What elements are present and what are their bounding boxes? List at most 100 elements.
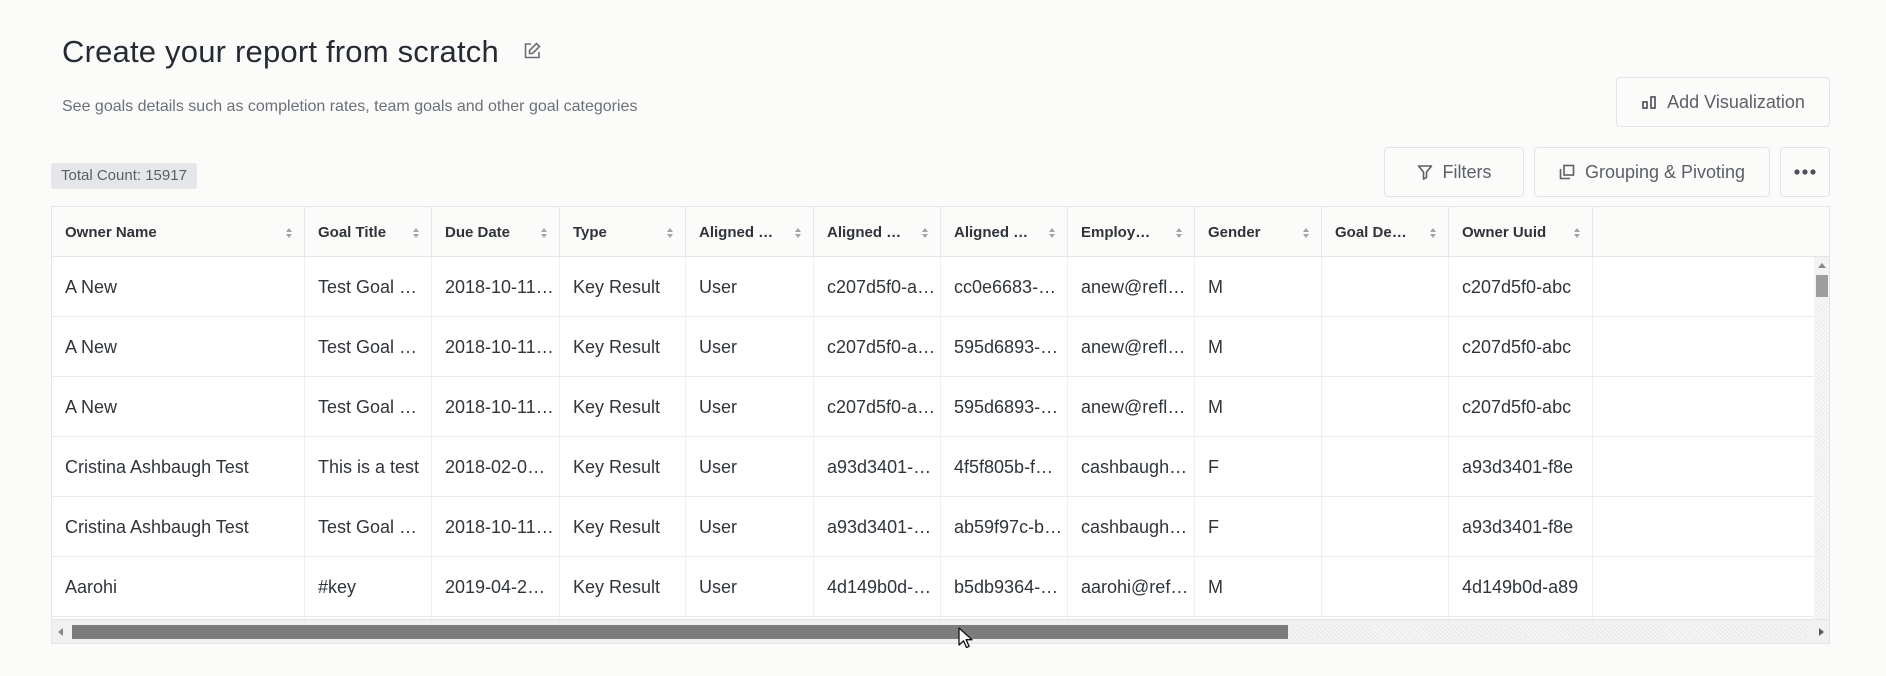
vertical-scroll-thumb[interactable] xyxy=(1816,275,1828,297)
table-cell-value: M xyxy=(1208,276,1223,297)
sort-icon[interactable] xyxy=(1048,226,1056,238)
sort-icon[interactable] xyxy=(540,226,548,238)
horizontal-scrollbar[interactable] xyxy=(52,619,1829,643)
table-cell xyxy=(1322,257,1449,317)
table-cell-value: 2018-10-11 00:... xyxy=(445,396,559,417)
scroll-left-arrow-icon[interactable] xyxy=(58,628,63,636)
table-cell: A New xyxy=(52,317,305,377)
table-cell: User xyxy=(686,557,814,617)
table-cell-value: User xyxy=(699,516,738,537)
page-title: Create your report from scratch xyxy=(62,34,499,69)
table-cell-value: cashbaugh@re... xyxy=(1081,456,1194,477)
column-header-label: Aligned Pare... xyxy=(954,223,1031,241)
sort-icon[interactable] xyxy=(1573,226,1581,238)
column-header[interactable]: Aligned Ow... xyxy=(814,207,941,257)
table-cell: Test Goal Spri... xyxy=(305,317,432,377)
column-header[interactable]: Employee E... xyxy=(1068,207,1195,257)
add-visualization-label: Add Visualization xyxy=(1667,91,1805,112)
scroll-up-arrow-icon[interactable] xyxy=(1818,263,1826,268)
filter-icon xyxy=(1417,164,1433,180)
table-cell: Key Result xyxy=(560,437,686,497)
table-cell: M xyxy=(1195,377,1322,437)
table-cell: b5db9364-fea... xyxy=(941,557,1068,617)
table-row[interactable]: A New Test Goal Spri... 2018-10-11 00:... K… xyxy=(52,377,1814,437)
table-cell-value: User xyxy=(699,276,738,297)
edit-icon[interactable] xyxy=(523,42,543,62)
table-cell: a93d3401-f8e xyxy=(1449,497,1593,557)
grouping-pivoting-button[interactable]: Grouping & Pivoting xyxy=(1534,147,1770,197)
column-header[interactable]: Aligned Pare... xyxy=(941,207,1068,257)
table-row[interactable]: Cristina Ashbaugh Test Test Goal Spri... 2… xyxy=(52,497,1814,557)
sort-icon[interactable] xyxy=(285,226,293,238)
table-cell: F xyxy=(1195,497,1322,557)
report-builder-page: Create your report from scratch See goal… xyxy=(0,0,1886,676)
column-header[interactable]: Gender xyxy=(1195,207,1322,257)
table-cell: #key xyxy=(305,557,432,617)
sort-icon[interactable] xyxy=(1429,226,1437,238)
vertical-scrollbar[interactable] xyxy=(1814,257,1829,619)
table-cell-value: a93d3401-f8e xyxy=(1462,516,1574,537)
table-cell: M xyxy=(1195,257,1322,317)
table-cell-value: M xyxy=(1208,336,1223,357)
copy-stack-icon xyxy=(1559,164,1575,180)
filters-button[interactable]: Filters xyxy=(1384,147,1524,197)
vertical-scroll-track[interactable] xyxy=(1816,299,1828,615)
sort-icon[interactable] xyxy=(1302,226,1310,238)
add-visualization-button[interactable]: Add Visualization xyxy=(1616,77,1830,127)
table-cell: Key Result xyxy=(560,257,686,317)
table-cell-value: User xyxy=(699,396,738,417)
table-cell: cashbaugh@re... xyxy=(1068,497,1195,557)
table-cell-value: c207d5f0-abc... xyxy=(827,276,940,297)
table-cell-value: 2018-10-11 00:... xyxy=(445,336,559,357)
sort-icon[interactable] xyxy=(666,226,674,238)
table-row[interactable]: Aarohi #key 2019-04-28 00... Key Result User… xyxy=(52,557,1814,617)
scroll-right-arrow-icon[interactable] xyxy=(1819,628,1824,636)
table-cell: a93d3401-f8e7... xyxy=(814,497,941,557)
table-cell-value: 2018-10-11 00:... xyxy=(445,516,559,537)
column-header[interactable]: Due Date xyxy=(432,207,560,257)
table-cell-value: A New xyxy=(65,336,118,357)
table-cell-value: This is a test xyxy=(318,456,420,477)
table-cell xyxy=(1322,497,1449,557)
column-header-label: Type xyxy=(573,223,607,241)
column-header[interactable]: Goal Title xyxy=(305,207,432,257)
bar-chart-icon xyxy=(1641,94,1657,110)
column-header[interactable]: Type xyxy=(560,207,686,257)
horizontal-scroll-thumb[interactable] xyxy=(72,625,1288,639)
column-header[interactable]: Owner Uuid xyxy=(1449,207,1593,257)
report-data-grid: Owner Name Goal Title Due Date Type Aligned … xyxy=(51,206,1830,644)
table-row[interactable]: A New Test Goal Spri... 2018-10-11 00:... K… xyxy=(52,317,1814,377)
table-cell: c207d5f0-abc... xyxy=(814,257,941,317)
sort-icon[interactable] xyxy=(794,226,802,238)
table-row[interactable]: A New Test Goal Spri... 2018-10-11 00:... K… xyxy=(52,257,1814,317)
table-cell-value: 2018-10-11 00:... xyxy=(445,276,559,297)
sort-icon[interactable] xyxy=(1175,226,1183,238)
table-cell: User xyxy=(686,317,814,377)
table-cell-value: Cristina Ashbaugh Test xyxy=(65,456,249,477)
sort-icon[interactable] xyxy=(921,226,929,238)
table-cell-value: a93d3401-f8e7... xyxy=(827,456,940,477)
table-cell: Key Result xyxy=(560,317,686,377)
table-cell-value: c207d5f0-abc xyxy=(1462,396,1572,417)
table-cell: A New xyxy=(52,257,305,317)
table-cell-value: 4d149b0d-a89 xyxy=(1462,576,1579,597)
table-row[interactable]: Cristina Ashbaugh Test This is a test 2018… xyxy=(52,437,1814,497)
table-cell-value: Test Goal Spri... xyxy=(318,336,431,357)
sort-icon[interactable] xyxy=(412,226,420,238)
table-cell: Test Goal Spri... xyxy=(305,497,432,557)
table-cell: a93d3401-f8e xyxy=(1449,437,1593,497)
table-cell xyxy=(1322,317,1449,377)
table-cell-value: F xyxy=(1208,516,1219,537)
more-options-button[interactable] xyxy=(1780,147,1830,197)
table-cell-value: anew@reflekti... xyxy=(1081,396,1194,417)
table-cell: anew@reflekti... xyxy=(1068,257,1195,317)
horizontal-scroll-track[interactable] xyxy=(1288,625,1808,639)
table-cell-value: Test Goal Spri... xyxy=(318,396,431,417)
column-header[interactable]: Owner Name xyxy=(52,207,305,257)
table-cell-value: c207d5f0-abc xyxy=(1462,276,1572,297)
table-cell: Cristina Ashbaugh Test xyxy=(52,497,305,557)
table-cell-value: aarohi@reflekt... xyxy=(1081,576,1194,597)
column-header[interactable]: Goal Descri... xyxy=(1322,207,1449,257)
column-header[interactable]: Aligned Ow... xyxy=(686,207,814,257)
table-cell: Test Goal Spri... xyxy=(305,377,432,437)
